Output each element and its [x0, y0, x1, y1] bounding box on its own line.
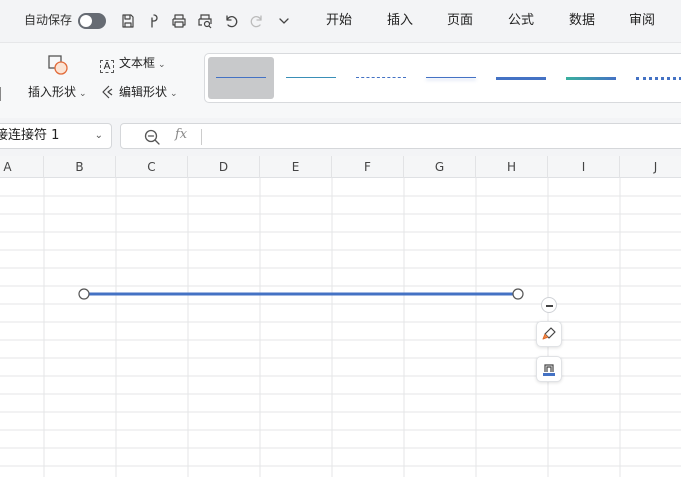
- cell-area[interactable]: [0, 178, 681, 477]
- line-style-dashed[interactable]: [348, 57, 414, 99]
- line-style-thick-blue[interactable]: [488, 57, 554, 99]
- name-box-value: 接连接符 1: [0, 128, 60, 143]
- fx-icon[interactable]: fx: [175, 127, 187, 142]
- autosave-label: 自动保存: [24, 13, 73, 27]
- chevron-down-icon[interactable]: [274, 11, 294, 31]
- ribbon: 插入形状 ⌄ A 文本框 ⌄ 编辑形状 ⌄: [0, 42, 681, 118]
- save-icon[interactable]: [118, 11, 138, 31]
- textbox-icon: A: [100, 60, 114, 73]
- redo-icon[interactable]: [247, 11, 267, 31]
- column-header-h[interactable]: H: [476, 156, 548, 178]
- menu-page[interactable]: 页面: [447, 13, 473, 29]
- textbox-label: 文本框: [119, 56, 156, 70]
- formula-divider: [201, 129, 202, 145]
- collapse-tools-button[interactable]: [541, 297, 557, 313]
- autosave-toggle[interactable]: [78, 13, 106, 29]
- insert-shape-button[interactable]: 插入形状 ⌄: [28, 85, 87, 101]
- edit-shape-label: 编辑形状: [119, 85, 168, 99]
- connector-start-handle[interactable]: [78, 288, 90, 300]
- line-style-thin-blue[interactable]: [208, 57, 274, 99]
- print-icon[interactable]: [169, 11, 189, 31]
- spreadsheet-app: 自动保存 开始 插入 页面 公式 数据 审阅 插入形状 ⌄ A 文本框 ⌄ 编辑…: [0, 0, 681, 477]
- toggle-knob: [80, 15, 92, 27]
- zoom-out-icon[interactable]: [143, 128, 161, 146]
- formula-input-area[interactable]: fx: [120, 123, 681, 149]
- connector-end-handle[interactable]: [512, 288, 524, 300]
- line-style-thin-teal[interactable]: [278, 57, 344, 99]
- sheet-grid[interactable]: A B C D E F G H I J: [0, 156, 681, 477]
- column-header-b[interactable]: B: [44, 156, 116, 178]
- line-style-gallery: [204, 53, 681, 103]
- ribbon-panel: 插入形状 ⌄ A 文本框 ⌄ 编辑形状 ⌄: [0, 42, 681, 118]
- column-header-d[interactable]: D: [188, 156, 260, 178]
- chevron-down-icon: ⌄: [170, 89, 178, 99]
- print-preview-icon[interactable]: [195, 11, 215, 31]
- menu-formula[interactable]: 公式: [508, 13, 534, 29]
- minus-icon: [546, 305, 553, 307]
- ribbon-divider: [0, 87, 6, 101]
- column-header-c[interactable]: C: [116, 156, 188, 178]
- column-header-e[interactable]: E: [260, 156, 332, 178]
- outline-fill-icon: [543, 364, 555, 376]
- formula-bar: 接连接符 1 ⌄ fx: [0, 118, 681, 156]
- line-style-dotted[interactable]: [628, 57, 681, 99]
- column-header-a[interactable]: A: [0, 156, 44, 178]
- column-header-i[interactable]: I: [548, 156, 620, 178]
- edit-shape-button[interactable]: 编辑形状 ⌄: [100, 85, 178, 101]
- column-header-g[interactable]: G: [404, 156, 476, 178]
- menu-home[interactable]: 开始: [326, 13, 352, 29]
- shape-style-tool-button[interactable]: [536, 321, 562, 347]
- line-style-shadow[interactable]: [418, 57, 484, 99]
- column-header-f[interactable]: F: [332, 156, 404, 178]
- column-headers: A B C D E F G H I J: [0, 156, 681, 178]
- shape-outline-tool-button[interactable]: [536, 356, 562, 382]
- menu-data[interactable]: 数据: [569, 13, 595, 29]
- title-bar: 自动保存 开始 插入 页面 公式 数据 审阅: [0, 0, 681, 42]
- format-painter-icon[interactable]: [143, 11, 163, 31]
- menu-review[interactable]: 审阅: [629, 13, 655, 29]
- column-header-j[interactable]: J: [620, 156, 681, 178]
- chevron-down-icon: ⌄: [79, 89, 87, 99]
- chevron-down-icon: ⌄: [158, 60, 166, 70]
- name-box[interactable]: 接连接符 1 ⌄: [0, 123, 112, 149]
- textbox-button[interactable]: A 文本框 ⌄: [100, 56, 166, 73]
- undo-icon[interactable]: [221, 11, 241, 31]
- edit-shape-icon: [100, 85, 114, 99]
- line-style-gradient[interactable]: [558, 57, 624, 99]
- insert-shape-icon[interactable]: [46, 53, 70, 77]
- insert-shape-label: 插入形状: [28, 85, 77, 99]
- menu-insert[interactable]: 插入: [387, 13, 413, 29]
- connector-layer: [78, 288, 524, 300]
- chevron-down-icon[interactable]: ⌄: [95, 124, 103, 148]
- brush-icon: [542, 327, 556, 340]
